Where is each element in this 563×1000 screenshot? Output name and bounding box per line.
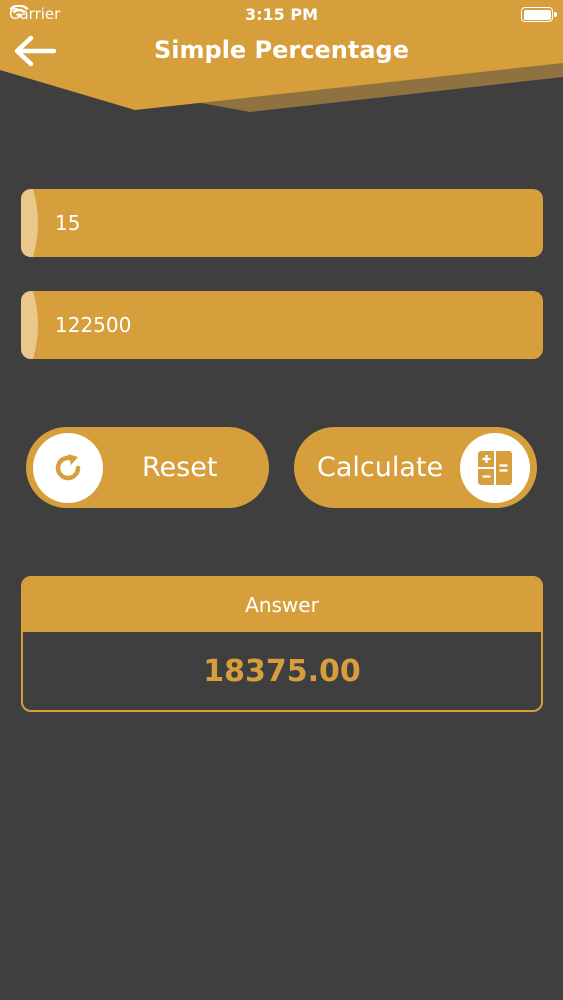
status-time: 3:15 PM xyxy=(244,5,318,24)
calculate-icon-circle xyxy=(460,433,530,503)
calculate-label: Calculate xyxy=(317,452,444,483)
status-bar: Carrier 3:15 PM xyxy=(0,0,563,30)
amount-input[interactable] xyxy=(55,291,525,359)
field-notch xyxy=(21,189,38,257)
reset-label: Reset xyxy=(142,452,218,483)
reset-button[interactable]: Reset xyxy=(26,427,269,508)
amount-field[interactable] xyxy=(21,291,543,359)
header: Carrier 3:15 PM Simple Percentage xyxy=(0,0,563,120)
answer-card: Answer 18375.00 xyxy=(21,576,543,712)
page-title: Simple Percentage xyxy=(154,36,409,64)
answer-value: 18375.00 xyxy=(203,654,361,689)
percent-field[interactable] xyxy=(21,189,543,257)
refresh-icon xyxy=(55,454,81,481)
calculate-button[interactable]: Calculate xyxy=(294,427,537,508)
battery-icon xyxy=(521,7,557,22)
field-notch xyxy=(21,291,38,359)
reset-icon-circle xyxy=(33,433,103,503)
answer-heading: Answer xyxy=(23,578,541,632)
calculator-icon xyxy=(478,451,512,485)
percent-input[interactable] xyxy=(55,189,525,257)
